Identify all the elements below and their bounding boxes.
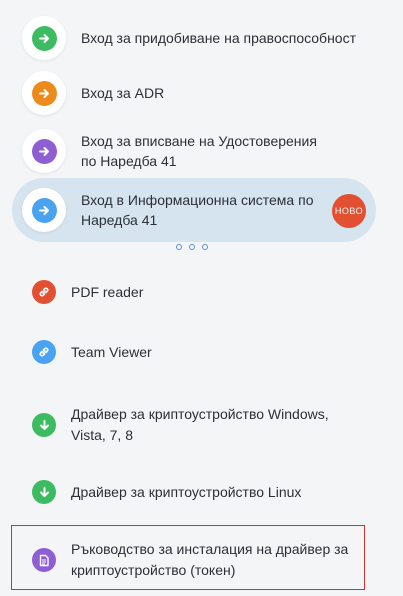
arrow-right-icon xyxy=(31,80,57,106)
links-panel: Вход за придобиване на правоспособност В… xyxy=(0,0,403,596)
arrow-right-icon xyxy=(31,197,57,223)
pager-dot[interactable] xyxy=(202,244,208,250)
download-icon xyxy=(32,480,56,504)
arrow-right-icon xyxy=(31,25,57,51)
pager-dot[interactable] xyxy=(176,244,182,250)
entry-adr[interactable]: Вход за ADR xyxy=(22,71,368,115)
download-icon xyxy=(32,413,56,437)
entry-icon-halo xyxy=(22,188,66,232)
entry-label: Вход за вписване на Удостоверения по Нар… xyxy=(81,133,317,169)
link-label: PDF reader xyxy=(71,283,144,300)
pager-dot[interactable] xyxy=(189,244,195,250)
new-badge: НОВО xyxy=(332,194,366,228)
document-icon xyxy=(32,548,56,572)
link-icon xyxy=(32,340,56,364)
link-driver-windows[interactable]: Драйвер за криптоустройство Windows, Vis… xyxy=(22,404,368,446)
entry-information-system-regulation-41[interactable]: Вход в Информационна система по Наредба … xyxy=(12,178,376,242)
link-label: Team Viewer xyxy=(71,343,152,360)
link-driver-installation-guide[interactable]: Ръководство за инсталация на драйвер за … xyxy=(22,539,368,581)
link-label: Ръководство за инсталация на драйвер за … xyxy=(71,541,349,578)
arrow-right-icon xyxy=(31,138,57,164)
link-driver-linux[interactable]: Драйвер за криптоустройство Linux xyxy=(22,480,368,504)
link-team-viewer[interactable]: Team Viewer xyxy=(22,340,368,364)
entry-label: Вход за ADR xyxy=(81,85,165,101)
entry-label: Вход в Информационна система по Наредба … xyxy=(81,192,314,228)
entry-icon-halo xyxy=(22,129,66,173)
link-label: Драйвер за криптоустройство Linux xyxy=(71,483,302,500)
entry-certificates-regulation-41[interactable]: Вход за вписване на Удостоверения по Нар… xyxy=(22,126,368,176)
link-pdf-reader[interactable]: PDF reader xyxy=(22,280,368,304)
entry-icon-halo xyxy=(22,16,66,60)
link-label: Драйвер за криптоустройство Windows, Vis… xyxy=(71,406,329,443)
entry-license-acquisition[interactable]: Вход за придобиване на правоспособност xyxy=(22,16,368,60)
link-icon xyxy=(32,280,56,304)
entry-icon-halo xyxy=(22,71,66,115)
carousel-pager xyxy=(176,244,208,250)
entry-label: Вход за придобиване на правоспособност xyxy=(81,30,356,46)
